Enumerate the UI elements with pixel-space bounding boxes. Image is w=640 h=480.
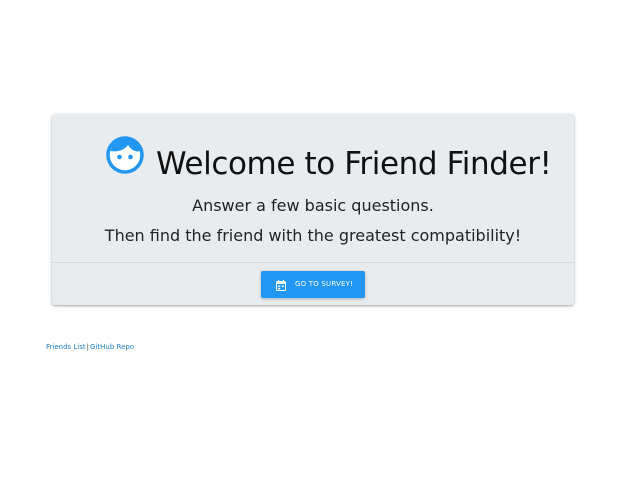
go-to-survey-button[interactable]: Go to Survey! (261, 271, 365, 298)
footer-links: Friends List|GitHub Repo (46, 341, 134, 353)
face-icon (106, 136, 144, 174)
card-body: Welcome to Friend Finder! Answer a few b… (52, 114, 574, 262)
go-to-survey-label: Go to Survey! (295, 280, 354, 288)
welcome-card: Welcome to Friend Finder! Answer a few b… (52, 114, 574, 305)
calendar-icon (276, 279, 286, 291)
page-title: Welcome to Friend Finder! (156, 146, 552, 182)
card-divider (52, 262, 574, 263)
title-row: Welcome to Friend Finder! (52, 136, 574, 186)
github-repo-link[interactable]: GitHub Repo (90, 343, 134, 351)
page: Welcome to Friend Finder! Answer a few b… (0, 0, 640, 480)
intro-line-2: Then find the friend with the greatest c… (104, 226, 522, 245)
friends-list-link[interactable]: Friends List (46, 343, 86, 351)
intro-line-1: Answer a few basic questions. (192, 196, 434, 215)
